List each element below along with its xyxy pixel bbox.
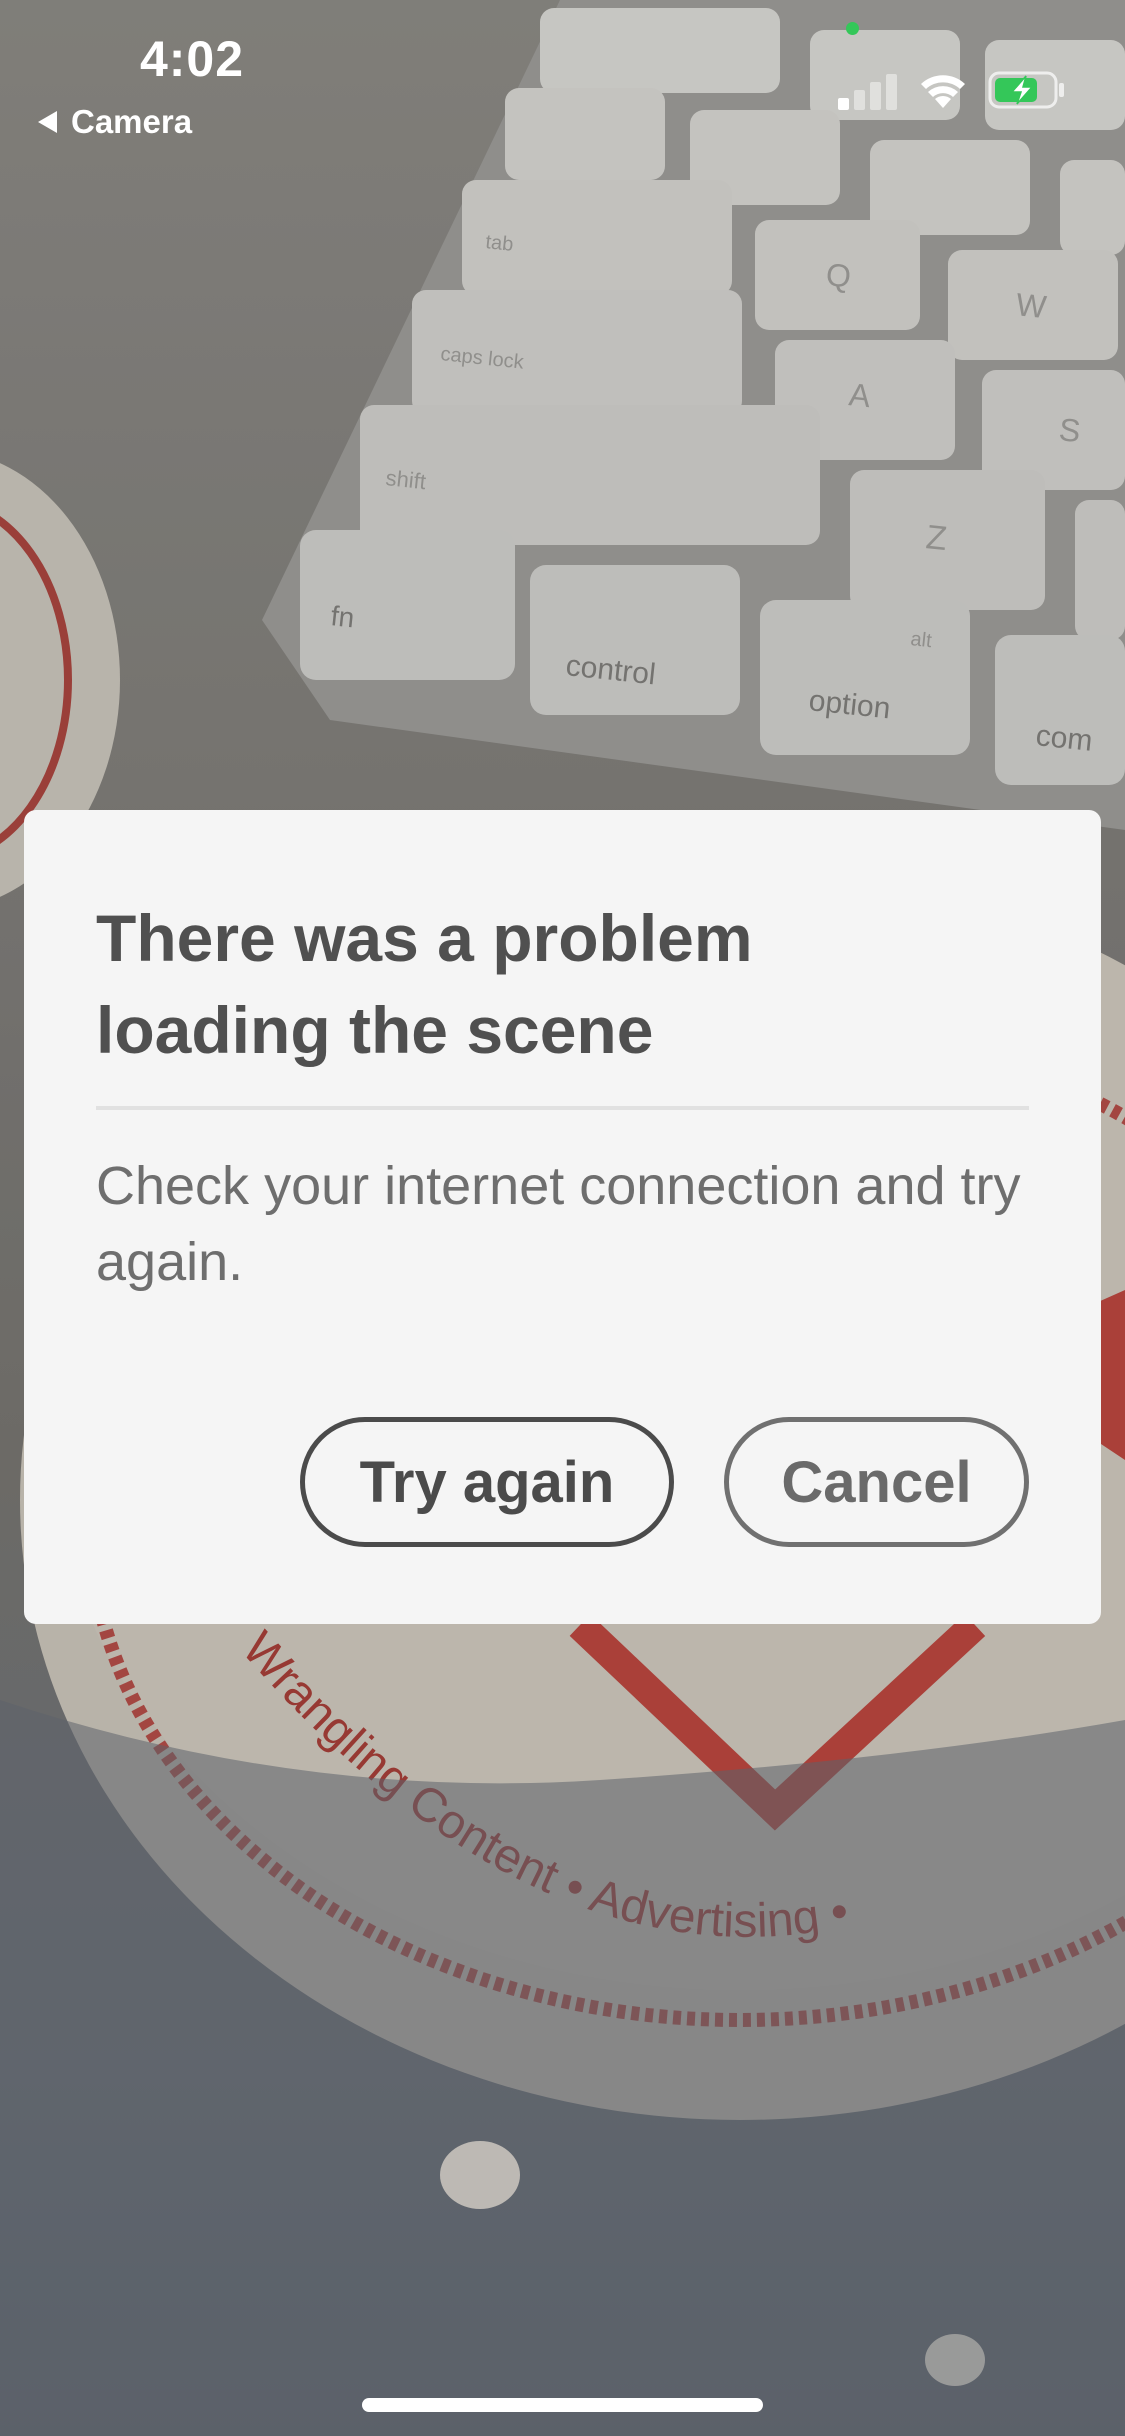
microphone-indicator-dot	[846, 22, 859, 35]
cellular-signal-icon	[838, 70, 900, 110]
error-dialog: There was a problem loading the scene Ch…	[24, 810, 1101, 1624]
try-again-button[interactable]: Try again	[300, 1417, 674, 1547]
dialog-message: Check your internet connection and try a…	[96, 1156, 1021, 1292]
dialog-divider	[96, 1106, 1029, 1110]
back-to-camera-button[interactable]: Camera	[38, 100, 192, 144]
cancel-button[interactable]: Cancel	[724, 1417, 1029, 1547]
wifi-icon	[921, 75, 965, 108]
back-arrow-icon	[38, 111, 57, 133]
battery-charging-icon	[988, 71, 1064, 109]
back-to-camera-label: Camera	[71, 103, 193, 140]
status-time: 4:02	[139, 31, 245, 87]
dialog-title: There was a problem loading the scene	[96, 901, 753, 1067]
home-indicator[interactable]	[362, 2398, 763, 2412]
